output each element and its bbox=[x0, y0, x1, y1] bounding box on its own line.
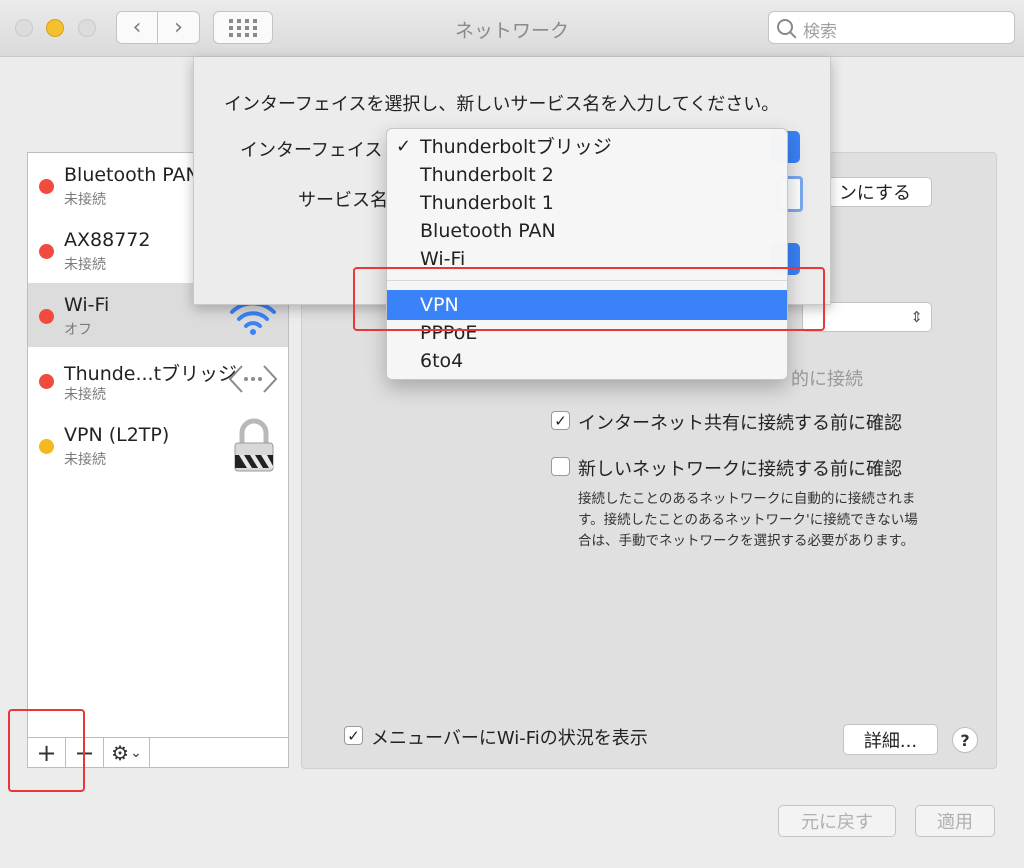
service-name: VPN (L2TP) bbox=[64, 424, 170, 446]
lock-icon bbox=[234, 418, 274, 472]
thunderbolt-bridge-icon bbox=[228, 365, 278, 393]
checkmark-icon: ✓ bbox=[554, 411, 567, 430]
gear-icon: ⚙ bbox=[111, 740, 130, 765]
service-status: 未接続 bbox=[64, 257, 106, 273]
annotation-highlight-vpn bbox=[353, 267, 825, 331]
confirm-new-network-checkbox[interactable] bbox=[551, 457, 570, 476]
status-dot-red bbox=[39, 309, 54, 324]
service-status: 未接続 bbox=[64, 192, 106, 208]
confirm-sharing-label: インターネット共有に接続する前に確認 bbox=[578, 413, 902, 434]
search-placeholder: 検索 bbox=[803, 22, 837, 42]
status-dot-yellow bbox=[39, 439, 54, 454]
service-name-label: サービス名 bbox=[298, 190, 388, 211]
confirm-new-network-label: 新しいネットワークに接続する前に確認 bbox=[578, 459, 902, 480]
annotation-highlight-add bbox=[8, 709, 85, 792]
advanced-button[interactable]: 詳細... bbox=[843, 724, 938, 755]
revert-button[interactable]: 元に戻す bbox=[778, 805, 896, 837]
show-wifi-status-checkbox[interactable]: ✓ bbox=[344, 726, 363, 745]
auto-join-description: 接続したことのあるネットワークに自動的に接続されます。接続したことのあるネットワ… bbox=[578, 491, 918, 549]
chevron-down-icon: ⌄ bbox=[130, 744, 142, 761]
status-dot-red bbox=[39, 179, 54, 194]
menu-item-bluetooth-pan[interactable]: Bluetooth PAN bbox=[387, 217, 787, 245]
service-status: オフ bbox=[64, 322, 92, 338]
action-menu-button[interactable]: ⚙ ⌄ bbox=[104, 738, 150, 767]
status-dot-red bbox=[39, 244, 54, 259]
menu-item-thunderbolt-2[interactable]: Thunderbolt 2 bbox=[387, 161, 787, 189]
service-name: AX88772 bbox=[64, 229, 151, 251]
help-button[interactable]: ? bbox=[952, 727, 978, 753]
popup-arrows-icon: ⇕ bbox=[910, 308, 923, 326]
search-icon bbox=[777, 19, 793, 35]
menu-item-thunderbolt-1[interactable]: Thunderbolt 1 bbox=[387, 189, 787, 217]
confirm-sharing-checkbox[interactable]: ✓ bbox=[551, 411, 570, 430]
service-item-vpn-l2tp[interactable]: VPN (L2TP) 未接続 bbox=[28, 413, 288, 477]
turn-wifi-on-label: ンにする bbox=[838, 183, 911, 204]
menu-item-6to4[interactable]: 6to4 bbox=[387, 347, 787, 375]
search-field[interactable]: 検索 bbox=[768, 11, 1015, 44]
status-dot-red bbox=[39, 374, 54, 389]
menu-item-thunderbolt-bridge[interactable]: ✓ Thunderboltブリッジ bbox=[387, 133, 787, 161]
service-item-thunderbolt-bridge[interactable]: Thunde...tブリッジ 未接続 bbox=[28, 348, 288, 412]
checkmark-icon: ✓ bbox=[396, 136, 412, 157]
service-name: Thunde...tブリッジ bbox=[64, 363, 238, 385]
show-wifi-status-label: メニューバーにWi-Fiの状況を表示 bbox=[371, 728, 648, 749]
interface-label: インターフェイス bbox=[240, 140, 383, 161]
checkmark-icon: ✓ bbox=[347, 726, 360, 745]
interface-dropdown-menu: ✓ Thunderboltブリッジ Thunderbolt 2 Thunderb… bbox=[386, 128, 788, 380]
service-status: 未接続 bbox=[64, 387, 106, 403]
service-status: 未接続 bbox=[64, 452, 106, 468]
sheet-prompt: インターフェイスを選択し、新しいサービス名を入力してください。 bbox=[224, 94, 780, 115]
apply-button[interactable]: 適用 bbox=[915, 805, 995, 837]
service-name: Wi-Fi bbox=[64, 294, 110, 316]
service-name: Bluetooth PAN bbox=[64, 164, 200, 186]
